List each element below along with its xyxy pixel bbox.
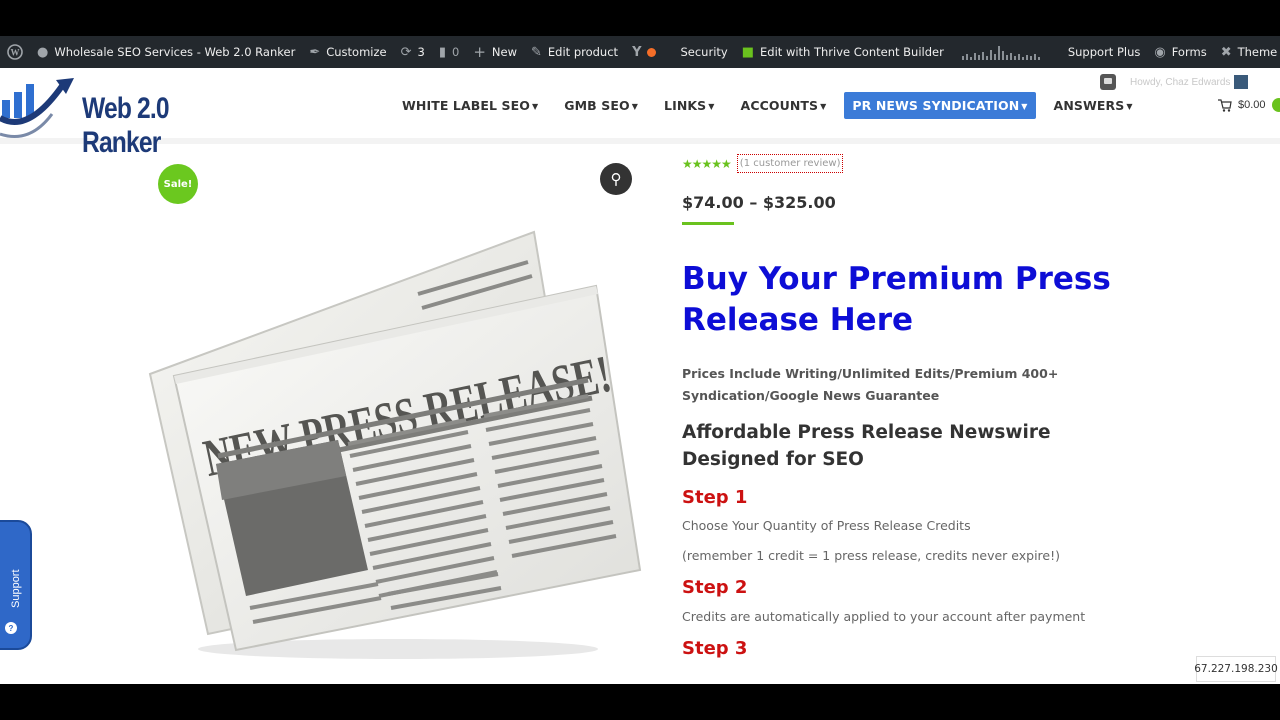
chevron-down-icon: ▼ <box>532 102 539 111</box>
zoom-button[interactable]: ⚲ <box>600 163 632 195</box>
nav-white-label-seo[interactable]: WHITE LABEL SEO ▼ <box>394 92 546 119</box>
wordpress-icon: W <box>7 44 23 60</box>
wrench-icon: ✖ <box>1220 44 1232 60</box>
avatar <box>1234 75 1249 89</box>
wordpress-logo-menu[interactable]: W <box>0 36 30 68</box>
seo-status-dot-icon <box>647 47 657 57</box>
step-1-text: Choose Your Quantity of Press Release Cr… <box>682 518 971 533</box>
price-range: $74.00 – $325.00 <box>682 193 836 212</box>
logo-text: Web 2.0 Ranker <box>82 92 170 159</box>
howdy-label: Howdy, Chaz Edwards <box>1130 76 1231 88</box>
support-plus-menu[interactable]: Support Plus <box>1061 36 1148 68</box>
dashboard-icon: ● <box>37 44 49 60</box>
star-rating-icon: ★★★★★ <box>682 156 732 171</box>
includes-text: Prices Include Writing/Unlimited Edits/P… <box>682 366 1059 403</box>
forms-label: Forms <box>1171 45 1207 59</box>
stats-sparkline[interactable] <box>951 36 1051 68</box>
step-3-title: Step 3 <box>682 638 748 659</box>
theme-options-menu[interactable]: ✖ Theme Options <box>1214 36 1280 68</box>
account-menu[interactable]: Howdy, Chaz Edwards <box>1100 74 1249 90</box>
video-letterbox-bottom <box>0 684 1280 720</box>
forms-menu[interactable]: ◉ Forms <box>1147 36 1213 68</box>
comment-icon: ▮ <box>438 44 446 60</box>
step-2-text: Credits are automatically applied to you… <box>682 609 1086 624</box>
site-name-menu[interactable]: ● Wholesale SEO Services - Web 2.0 Ranke… <box>30 36 302 68</box>
nav-pr-news-syndication[interactable]: PR NEWS SYNDICATION ▼ <box>844 92 1036 119</box>
edit-product-label: Edit product <box>547 45 619 59</box>
chevron-down-icon: ▼ <box>631 102 638 111</box>
stats-sparkline-icon <box>961 46 1040 60</box>
nav-label: ANSWERS <box>1053 98 1125 113</box>
thrive-icon: ■ <box>741 44 755 60</box>
site-logo[interactable]: Web 2.0 Ranker <box>0 74 250 159</box>
video-letterbox-top <box>0 0 1280 36</box>
support-tab-label: Support <box>10 569 22 608</box>
customize-menu[interactable]: ✒ Customize <box>302 36 393 68</box>
site-header: Web 2.0 Ranker WHITE LABEL SEO ▼ GMB SEO ▼… <box>0 68 1280 159</box>
brush-icon: ✒ <box>309 44 321 60</box>
yoast-seo-menu[interactable]: Y <box>625 36 663 68</box>
support-tab[interactable]: Support ? <box>0 520 32 650</box>
notifications-icon[interactable] <box>1100 74 1116 90</box>
chevron-down-icon: ▼ <box>1021 102 1028 111</box>
cart-count-badge <box>1271 98 1280 112</box>
chevron-down-icon: ▼ <box>708 102 715 111</box>
step-2-title: Step 2 <box>682 577 748 598</box>
plus-icon: + <box>473 43 486 61</box>
product-subtitle: Affordable Press Release Newswire Design… <box>682 422 1051 470</box>
step-1-title: Step 1 <box>682 487 748 508</box>
main-navigation: WHITE LABEL SEO ▼ GMB SEO ▼ LINKS ▼ ACCOUNT… <box>394 92 1151 119</box>
yoast-icon: Y <box>632 44 642 60</box>
refresh-icon: ⟳ <box>400 44 412 60</box>
edit-product-menu[interactable]: ✎ Edit product <box>524 36 625 68</box>
browser-viewport: W ● Wholesale SEO Services - Web 2.0 Ran… <box>0 36 1280 684</box>
site-name-label: Wholesale SEO Services - Web 2.0 Ranker <box>54 45 296 59</box>
nav-answers[interactable]: ANSWERS ▼ <box>1046 92 1141 119</box>
product-image[interactable]: NEW PRESS RELEASE! <box>148 194 642 664</box>
thrive-builder-menu[interactable]: ■ Edit with Thrive Content Builder <box>735 36 951 68</box>
security-menu[interactable]: Security <box>673 36 734 68</box>
nav-accounts[interactable]: ACCOUNTS ▼ <box>733 92 835 119</box>
wp-admin-bar: W ● Wholesale SEO Services - Web 2.0 Ran… <box>0 36 1280 68</box>
security-label: Security <box>680 45 728 59</box>
comments-count: 0 <box>451 45 460 59</box>
nav-label: ACCOUNTS <box>740 98 819 113</box>
support-plus-label: Support Plus <box>1067 45 1141 59</box>
chevron-down-icon: ▼ <box>820 102 827 111</box>
sale-badge: Sale! <box>158 164 198 204</box>
cart-icon <box>1218 98 1232 112</box>
customize-label: Customize <box>326 45 387 59</box>
comments-menu[interactable]: ▮ 0 <box>432 36 466 68</box>
magnifier-icon: ⚲ <box>610 171 622 188</box>
product-title: Buy Your Premium Press Release Here <box>682 261 1111 338</box>
nav-label: WHITE LABEL SEO <box>402 98 531 113</box>
chevron-down-icon: ▼ <box>1126 102 1133 111</box>
new-label: New <box>491 45 517 59</box>
nav-label: LINKS <box>664 98 707 113</box>
updates-count: 3 <box>417 45 425 59</box>
product-rating: ★★★★★ (1 customer review) <box>682 154 1122 173</box>
step-1-note: (remember 1 credit = 1 press release, cr… <box>682 548 1060 563</box>
customer-review-link[interactable]: (1 customer review) <box>736 154 844 173</box>
cart-total: $0.00 <box>1238 99 1266 111</box>
thrive-label: Edit with Thrive Content Builder <box>760 45 944 59</box>
ip-address-label: 67.227.198.230 <box>1194 656 1278 682</box>
updates-menu[interactable]: ⟳ 3 <box>394 36 432 68</box>
nav-label: GMB SEO <box>564 98 630 113</box>
product-summary: ★★★★★ (1 customer review) $74.00 – $325.… <box>682 154 1122 659</box>
nav-links[interactable]: LINKS ▼ <box>656 92 723 119</box>
cart-widget[interactable]: $0.00 <box>1218 98 1280 112</box>
new-content-menu[interactable]: + New <box>466 36 524 68</box>
forms-icon: ◉ <box>1154 44 1166 60</box>
price-divider <box>682 222 734 225</box>
help-icon: ? <box>5 622 17 634</box>
nav-label: PR NEWS SYNDICATION <box>852 98 1020 113</box>
nav-gmb-seo[interactable]: GMB SEO ▼ <box>556 92 646 119</box>
theme-options-label: Theme Options <box>1237 45 1280 59</box>
svg-text:W: W <box>11 48 20 58</box>
pencil-icon: ✎ <box>530 44 542 60</box>
logo-graphic-icon <box>0 78 74 138</box>
